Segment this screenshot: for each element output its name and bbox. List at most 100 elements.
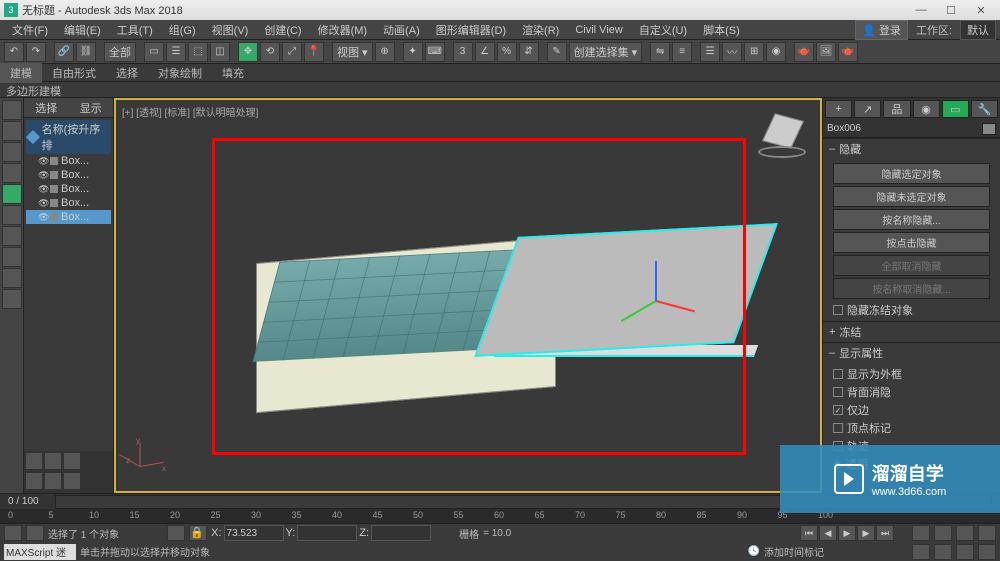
cmd-tab-motion[interactable]: ◉ [913,100,940,118]
eye-icon[interactable]: 👁 [38,198,48,208]
menu-scripting[interactable]: 脚本(S) [695,20,748,40]
goto-start-button[interactable]: ⏮ [800,525,818,541]
se-filter-cameras-icon[interactable] [2,184,22,204]
se-filter-lights-icon[interactable] [2,163,22,183]
login-button[interactable]: 👤 登录 [855,20,908,40]
rendered-frame-button[interactable]: 🖼 [816,42,836,62]
maxscript-listener[interactable]: MAXScript 迷 [4,544,76,560]
gizmo-y-axis-icon[interactable] [621,300,657,322]
menu-edit[interactable]: 编辑(E) [56,20,109,40]
close-button[interactable]: ✕ [966,1,996,19]
prev-frame-button[interactable]: ◀ [819,525,837,541]
rollout-displayprops-header[interactable]: 显示属性 [823,343,1000,363]
hide-byname-button[interactable]: 按名称隐藏... [833,209,990,230]
coord-y-input[interactable] [297,525,357,541]
menu-group[interactable]: 组(G) [161,20,204,40]
eye-icon[interactable]: 👁 [38,212,48,222]
scene-tab-select[interactable]: 选择 [29,98,63,118]
timetag-icon[interactable]: 🕓 [748,546,760,557]
viewport-nav-maximize-icon[interactable] [956,544,974,560]
render-production-button[interactable]: 🫖 [838,42,858,62]
use-pivot-button[interactable]: ⊕ [375,42,395,62]
maximize-button[interactable]: ☐ [936,1,966,19]
material-editor-button[interactable]: ◉ [766,42,786,62]
namedsel-dropdown[interactable]: 创建选择集 ▾ [569,42,643,62]
coord-z-input[interactable] [371,525,431,541]
gizmo-z-axis-icon[interactable] [655,261,657,301]
backface-cull-checkbox[interactable]: 背面消隐 [833,383,990,401]
gizmo-x-axis-icon[interactable] [656,300,695,312]
next-frame-button[interactable]: ▶ [857,525,875,541]
align-button[interactable]: ≡ [672,42,692,62]
viewcube[interactable] [758,108,808,158]
select-manipulate-button[interactable]: ✦ [403,42,423,62]
object-name-input[interactable] [827,123,982,134]
unhide-byname-button[interactable]: 按名称取消隐藏... [833,278,990,299]
rollout-hide-header[interactable]: 隐藏 [823,139,1000,159]
keyboard-shortcut-button[interactable]: ⌨ [425,42,445,62]
layers-button[interactable]: ☰ [700,42,720,62]
redo-button[interactable]: ↷ [26,42,46,62]
cmd-tab-hierarchy[interactable]: 品 [883,100,910,118]
se-display-icon[interactable] [44,452,62,470]
se-filter-container-icon[interactable] [2,268,22,288]
angle-snap-button[interactable]: ∠ [475,42,495,62]
scene-column-header[interactable]: 名称(按升序排 [26,120,111,154]
menu-grapheditors[interactable]: 图形编辑器(D) [428,20,514,40]
se-filter-bone-icon[interactable] [2,247,22,267]
se-filter-helpers-icon[interactable] [2,205,22,225]
select-move-button[interactable]: ✥ [238,42,258,62]
hide-byhit-button[interactable]: 按点击隐藏 [833,232,990,253]
se-lock-icon[interactable] [63,452,81,470]
snap-toggle-button[interactable]: 3 [453,42,473,62]
ribbon-tab-objectpaint[interactable]: 对象绘制 [148,63,212,83]
scene-item[interactable]: 👁Box... [26,154,111,168]
viewport-label[interactable]: [+] [透视] [标准] [默认明暗处理] [122,104,258,119]
cmd-tab-create[interactable]: + [825,100,852,118]
eye-icon[interactable]: 👁 [38,156,48,166]
scene-item[interactable]: 👁Box... [26,168,111,182]
select-scale-button[interactable]: ⤢ [282,42,302,62]
se-delete-icon[interactable] [44,472,62,490]
scene-item[interactable]: 👁Box... [26,210,111,224]
object-color-swatch[interactable] [982,123,996,135]
select-place-button[interactable]: 📍 [304,42,324,62]
ribbon-tab-freeform[interactable]: 自由形式 [42,63,106,83]
coord-x-input[interactable]: 73.523 [224,525,284,541]
eye-icon[interactable]: 👁 [38,170,48,180]
ribbon-tab-populate[interactable]: 填充 [212,63,254,83]
viewport-nav-zoom-icon[interactable] [912,525,930,541]
se-filter-spacewarps-icon[interactable] [2,226,22,246]
scene-item[interactable]: 👁Box... [26,196,111,210]
select-byname-button[interactable]: ☰ [166,42,186,62]
select-object-button[interactable]: ▭ [144,42,164,62]
macro-recorder-icon[interactable] [26,525,44,541]
goto-end-button[interactable]: ⏭ [876,525,894,541]
viewport-nav-orbit-icon[interactable] [934,544,952,560]
se-createset-icon[interactable] [25,472,43,490]
viewport-nav-zoomextents-icon[interactable] [956,525,974,541]
ribbon-tab-selection[interactable]: 选择 [106,63,148,83]
selection-lock-icon[interactable]: 🔒 [189,525,207,541]
edit-namedsel-button[interactable]: ✎ [547,42,567,62]
cmd-tab-display[interactable]: ▭ [942,100,969,118]
script-listener-icon[interactable] [4,525,22,541]
se-filter-geometry-icon[interactable] [2,121,22,141]
hide-selected-button[interactable]: 隐藏选定对象 [833,163,990,184]
cmd-tab-modify[interactable]: ↗ [854,100,881,118]
viewport-nav-fov-icon[interactable] [978,525,996,541]
eye-icon[interactable]: 👁 [38,184,48,194]
se-search-icon[interactable] [2,100,22,120]
play-button[interactable]: ▶ [838,525,856,541]
unhide-all-button[interactable]: 全部取消隐藏 [833,255,990,276]
window-crossing-button[interactable]: ◫ [210,42,230,62]
hide-frozen-checkbox[interactable]: 隐藏冻结对象 [833,301,990,319]
viewport-nav-zoomall-icon[interactable] [934,525,952,541]
select-rotate-button[interactable]: ⟲ [260,42,280,62]
menu-tools[interactable]: 工具(T) [109,20,161,40]
menu-file[interactable]: 文件(F) [4,20,56,40]
se-filter-shapes-icon[interactable] [2,142,22,162]
edges-only-checkbox[interactable]: ✓仅边 [833,401,990,419]
menu-view[interactable]: 视图(V) [204,20,257,40]
undo-button[interactable]: ↶ [4,42,24,62]
